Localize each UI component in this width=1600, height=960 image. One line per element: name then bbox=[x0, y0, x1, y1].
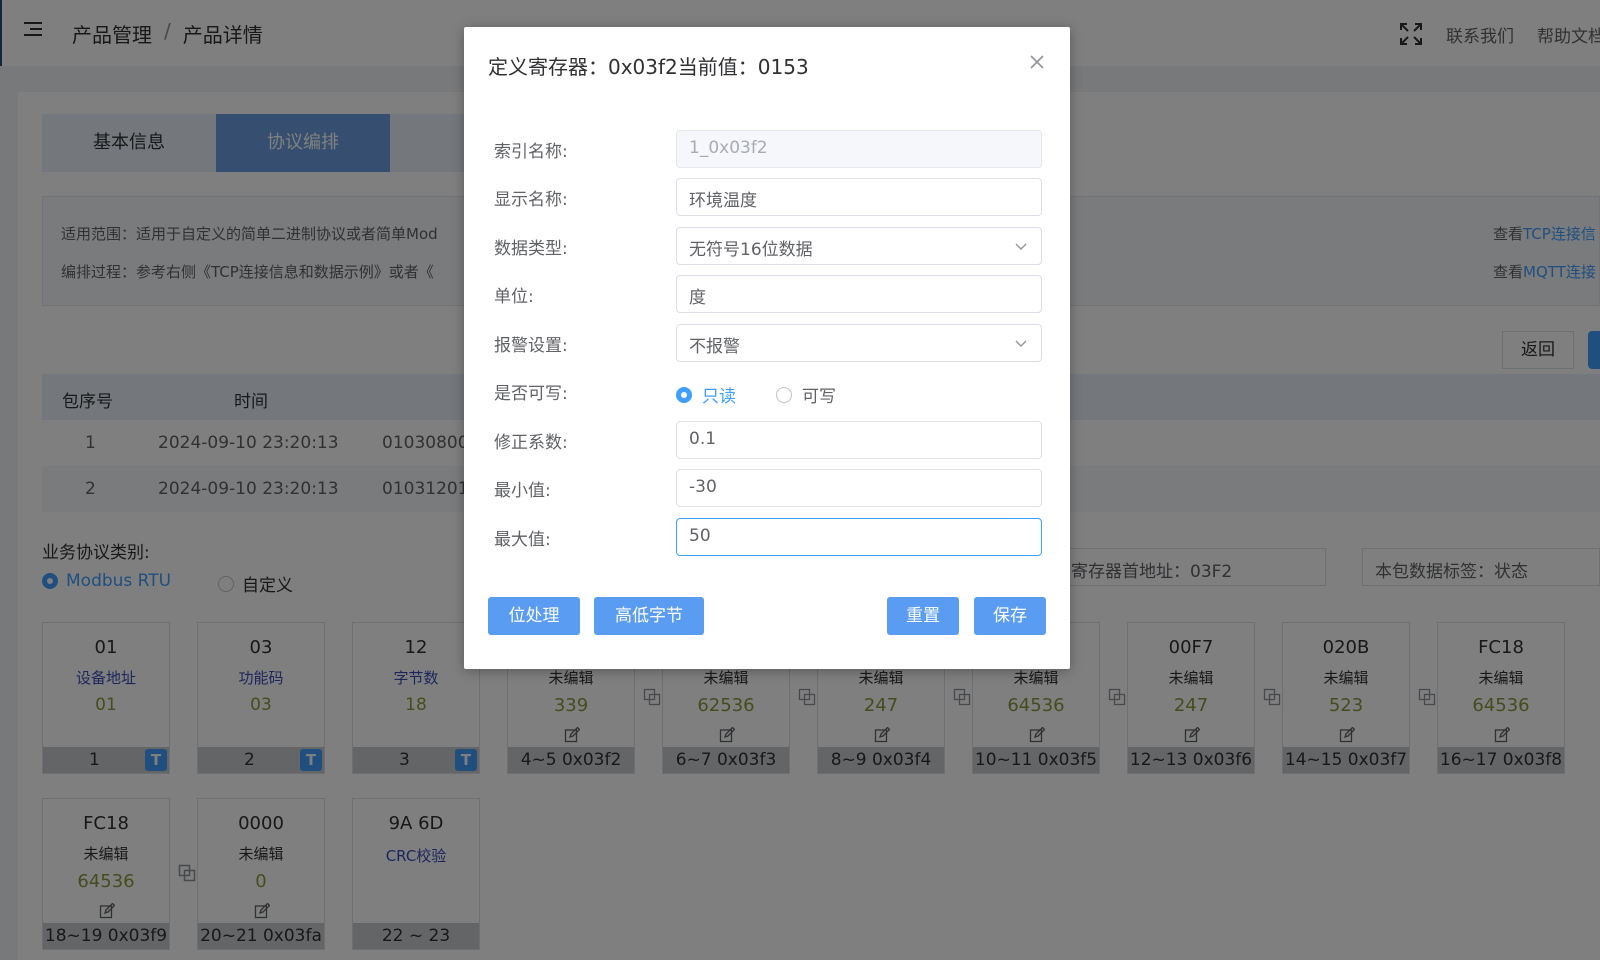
label-max-value: 最大值: bbox=[494, 530, 551, 550]
chevron-down-icon bbox=[1015, 340, 1027, 347]
label-data-type: 数据类型: bbox=[494, 239, 568, 259]
label-unit: 单位: bbox=[494, 287, 534, 307]
byte-order-button[interactable]: 高低字节 bbox=[594, 597, 704, 635]
radio-label: 可写 bbox=[802, 387, 836, 407]
label-display-name: 显示名称: bbox=[494, 190, 568, 210]
radio-label: 只读 bbox=[702, 387, 736, 407]
unit-input[interactable]: 度 bbox=[676, 275, 1042, 313]
radio-read-only[interactable]: 只读 bbox=[676, 382, 736, 407]
min-value-input[interactable]: -30 bbox=[676, 469, 1042, 507]
label-correction-factor: 修正系数: bbox=[494, 433, 568, 453]
alarm-setting-select[interactable]: 不报警 bbox=[676, 324, 1042, 362]
label-min-value: 最小值: bbox=[494, 481, 551, 501]
chevron-down-icon bbox=[1015, 243, 1027, 250]
max-value-input[interactable]: 50 bbox=[676, 518, 1042, 556]
reset-button[interactable]: 重置 bbox=[887, 597, 959, 635]
label-index-name: 索引名称: bbox=[494, 142, 568, 162]
close-icon[interactable] bbox=[1030, 55, 1044, 69]
correction-factor-input[interactable]: 0.1 bbox=[676, 421, 1042, 459]
display-name-input[interactable]: 环境温度 bbox=[676, 178, 1042, 216]
radio-dot bbox=[776, 386, 792, 403]
dialog-title: 定义寄存器：0x03f2当前值：0153 bbox=[488, 55, 809, 79]
label-alarm-setting: 报警设置: bbox=[494, 336, 568, 356]
data-type-value: 无符号16位数据 bbox=[689, 240, 813, 260]
radio-writable[interactable]: 可写 bbox=[776, 382, 836, 407]
bit-process-button[interactable]: 位处理 bbox=[488, 597, 580, 635]
define-register-dialog: 定义寄存器：0x03f2当前值：0153 索引名称: 1_0x03f2 显示名称… bbox=[464, 27, 1070, 669]
label-writable: 是否可写: bbox=[494, 384, 568, 404]
alarm-setting-value: 不报警 bbox=[689, 337, 740, 357]
data-type-select[interactable]: 无符号16位数据 bbox=[676, 227, 1042, 265]
index-name-input: 1_0x03f2 bbox=[676, 130, 1042, 168]
save-button[interactable]: 保存 bbox=[974, 597, 1046, 635]
radio-dot-checked bbox=[676, 386, 692, 403]
